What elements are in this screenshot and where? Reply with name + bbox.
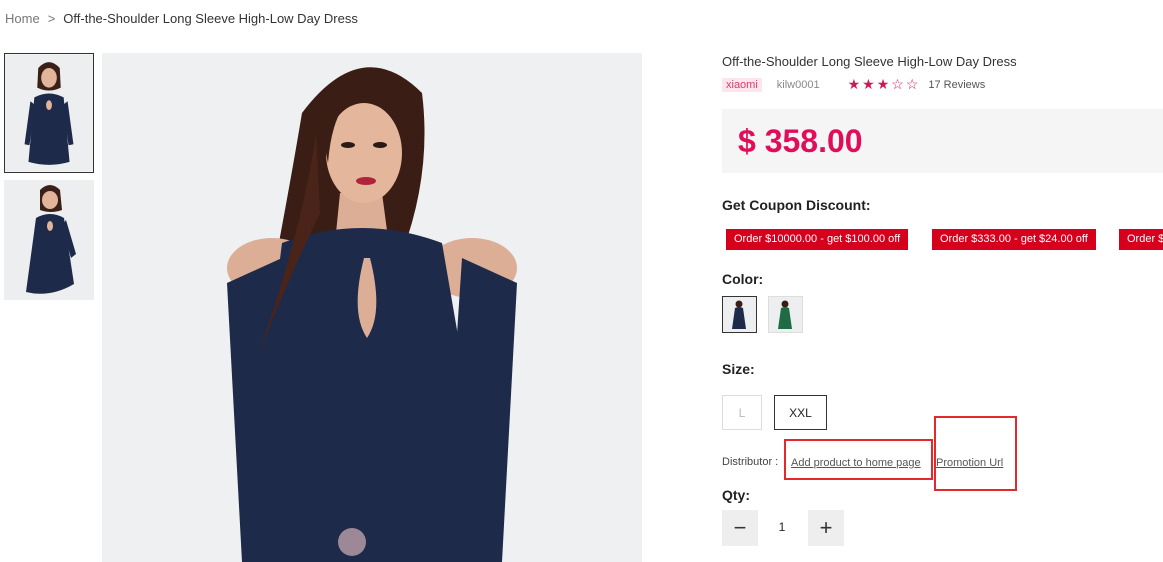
main-product-image	[102, 53, 642, 562]
coupon-tag[interactable]: Order $333.00 - get $24.00 off	[932, 229, 1096, 250]
breadcrumb-current: Off-the-Shoulder Long Sleeve High-Low Da…	[63, 11, 358, 26]
navy-dress-swatch-image	[723, 297, 756, 332]
color-swatch-navy[interactable]	[722, 296, 757, 333]
product-thumbnail-1[interactable]	[4, 53, 94, 173]
product-title: Off-the-Shoulder Long Sleeve High-Low Da…	[722, 54, 1017, 69]
breadcrumb-home-link[interactable]: Home	[5, 11, 40, 26]
color-label: Color:	[722, 271, 764, 287]
product-meta-row: xiaomi kilw0001 ★★★☆☆ 17 Reviews	[722, 76, 985, 93]
green-dress-swatch-image	[769, 297, 802, 332]
color-swatch-green[interactable]	[768, 296, 803, 333]
coupon-label: Get Coupon Discount:	[722, 197, 871, 213]
coupon-list: Order $10000.00 - get $100.00 off Order …	[726, 229, 1163, 251]
sku-code: kilw0001	[776, 78, 820, 91]
size-label: Size:	[722, 361, 755, 377]
highlight-box-promotion	[934, 416, 1017, 491]
price-box: $ 358.00	[722, 109, 1163, 173]
coupon-tag[interactable]: Order $10000.00 - get $100.00 off	[726, 229, 909, 250]
coupon-tag[interactable]: Order $	[1119, 229, 1163, 250]
distributor-label: Distributor :	[722, 456, 779, 468]
rating-stars: ★★★☆☆	[847, 76, 921, 92]
qty-input[interactable]: 1	[762, 520, 802, 534]
thumbnail-1-image	[5, 54, 93, 172]
size-option-xxl[interactable]: XXL	[774, 395, 827, 430]
size-option-l[interactable]: L	[722, 395, 762, 430]
qty-minus-button[interactable]: −	[722, 510, 758, 546]
brand-tag[interactable]: xiaomi	[722, 77, 762, 92]
qty-label: Qty:	[722, 487, 750, 503]
highlight-box-add-home	[784, 439, 933, 480]
qty-plus-button[interactable]: +	[808, 510, 844, 546]
reviews-link[interactable]: 17 Reviews	[928, 79, 985, 91]
breadcrumb-separator: >	[47, 11, 56, 26]
product-price: $ 358.00	[738, 123, 863, 159]
breadcrumb: Home > Off-the-Shoulder Long Sleeve High…	[5, 11, 358, 26]
product-thumbnail-2[interactable]	[4, 180, 94, 300]
model-photo	[102, 53, 642, 562]
thumbnail-2-image	[4, 180, 94, 300]
